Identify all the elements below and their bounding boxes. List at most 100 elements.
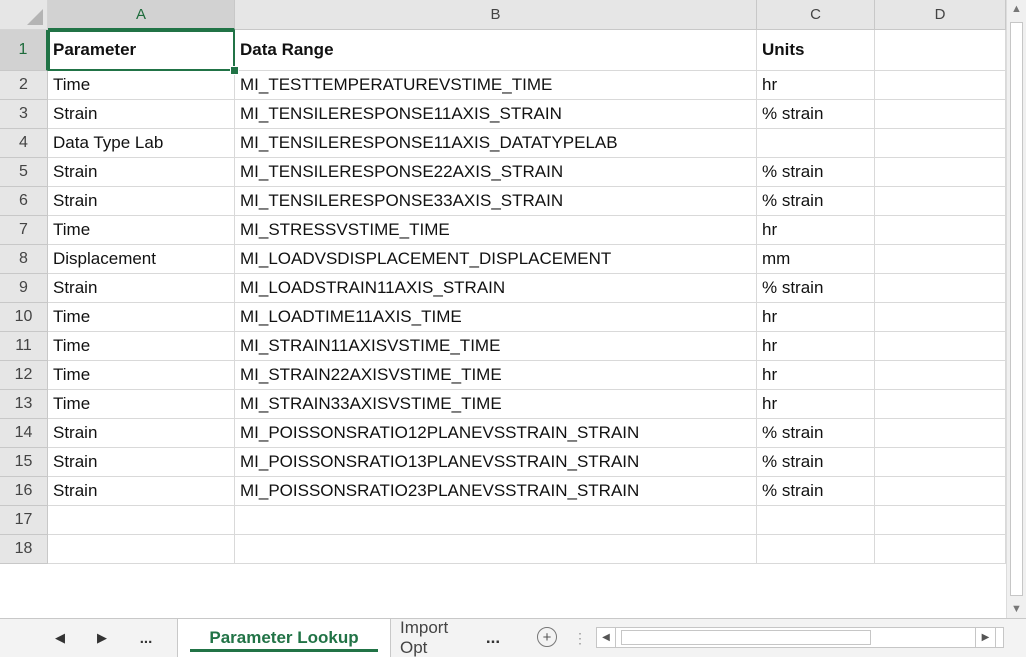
cell-d6[interactable]	[875, 187, 1006, 216]
more-sheets-left-button[interactable]: ...	[133, 627, 159, 649]
cell-c5[interactable]: % strain	[757, 158, 875, 187]
cell-b11[interactable]: MI_STRAIN11AXISVSTIME_TIME	[235, 332, 757, 361]
scroll-right-icon[interactable]: ▶	[975, 627, 996, 648]
cell-b13[interactable]: MI_STRAIN33AXISVSTIME_TIME	[235, 390, 757, 419]
row-header[interactable]: 9	[0, 274, 48, 303]
tab-import-options[interactable]: Import Opt	[400, 618, 480, 657]
row-header[interactable]: 8	[0, 245, 48, 274]
vertical-scroll-thumb[interactable]	[1010, 22, 1023, 596]
cell-c18[interactable]	[757, 535, 875, 564]
vertical-scrollbar[interactable]: ▲ ▼	[1006, 0, 1026, 618]
cell-a10[interactable]: Time	[48, 303, 235, 332]
cell-d5[interactable]	[875, 158, 1006, 187]
cell-c14[interactable]: % strain	[757, 419, 875, 448]
cell-b10[interactable]: MI_LOADTIME11AXIS_TIME	[235, 303, 757, 332]
cell-b7[interactable]: MI_STRESSVSTIME_TIME	[235, 216, 757, 245]
cell-b4[interactable]: MI_TENSILERESPONSE11AXIS_DATATYPELAB	[235, 129, 757, 158]
cell-c9[interactable]: % strain	[757, 274, 875, 303]
row-header[interactable]: 18	[0, 535, 48, 564]
select-all-corner[interactable]	[0, 0, 48, 30]
cell-c16[interactable]: % strain	[757, 477, 875, 506]
row-header[interactable]: 17	[0, 506, 48, 535]
cell-d2[interactable]	[875, 71, 1006, 100]
cell-d15[interactable]	[875, 448, 1006, 477]
row-header[interactable]: 4	[0, 129, 48, 158]
row-header[interactable]: 14	[0, 419, 48, 448]
cell-d16[interactable]	[875, 477, 1006, 506]
cell-a11[interactable]: Time	[48, 332, 235, 361]
cell-c1[interactable]: Units	[757, 30, 875, 71]
scroll-down-icon[interactable]: ▼	[1007, 600, 1026, 618]
row-header[interactable]: 2	[0, 71, 48, 100]
row-header[interactable]: 15	[0, 448, 48, 477]
cell-d14[interactable]	[875, 419, 1006, 448]
cell-c6[interactable]: % strain	[757, 187, 875, 216]
tab-splitter-handle[interactable]: ⋮	[573, 629, 587, 647]
cell-b14[interactable]: MI_POISSONSRATIO12PLANEVSSTRAIN_STRAIN	[235, 419, 757, 448]
cell-c11[interactable]: hr	[757, 332, 875, 361]
horizontal-scrollbar[interactable]: ◀	[596, 627, 1004, 648]
cell-d10[interactable]	[875, 303, 1006, 332]
row-header[interactable]: 3	[0, 100, 48, 129]
cell-c4[interactable]	[757, 129, 875, 158]
tab-parameter-lookup[interactable]: Parameter Lookup	[177, 619, 391, 657]
cell-a14[interactable]: Strain	[48, 419, 235, 448]
cell-a9[interactable]: Strain	[48, 274, 235, 303]
cell-d4[interactable]	[875, 129, 1006, 158]
column-header-b[interactable]: B	[235, 0, 757, 30]
cell-d7[interactable]	[875, 216, 1006, 245]
scroll-up-icon[interactable]: ▲	[1007, 0, 1026, 18]
row-header[interactable]: 5	[0, 158, 48, 187]
cell-b5[interactable]: MI_TENSILERESPONSE22AXIS_STRAIN	[235, 158, 757, 187]
cell-b12[interactable]: MI_STRAIN22AXISVSTIME_TIME	[235, 361, 757, 390]
cell-b9[interactable]: MI_LOADSTRAIN11AXIS_STRAIN	[235, 274, 757, 303]
cell-a1[interactable]: Parameter	[48, 30, 235, 71]
cell-b17[interactable]	[235, 506, 757, 535]
cell-b1[interactable]: Data Range	[235, 30, 757, 71]
cell-a16[interactable]: Strain	[48, 477, 235, 506]
cell-b2[interactable]: MI_TESTTEMPERATUREVSTIME_TIME	[235, 71, 757, 100]
prev-sheet-icon[interactable]: ◀	[50, 627, 70, 649]
cell-a5[interactable]: Strain	[48, 158, 235, 187]
cell-b15[interactable]: MI_POISSONSRATIO13PLANEVSSTRAIN_STRAIN	[235, 448, 757, 477]
cell-d11[interactable]	[875, 332, 1006, 361]
row-header[interactable]: 13	[0, 390, 48, 419]
cell-a4[interactable]: Data Type Lab	[48, 129, 235, 158]
cell-c7[interactable]: hr	[757, 216, 875, 245]
row-header[interactable]: 11	[0, 332, 48, 361]
row-header[interactable]: 7	[0, 216, 48, 245]
cell-c10[interactable]: hr	[757, 303, 875, 332]
cell-b16[interactable]: MI_POISSONSRATIO23PLANEVSSTRAIN_STRAIN	[235, 477, 757, 506]
row-header[interactable]: 16	[0, 477, 48, 506]
cell-b8[interactable]: MI_LOADVSDISPLACEMENT_DISPLACEMENT	[235, 245, 757, 274]
row-header[interactable]: 6	[0, 187, 48, 216]
cell-a17[interactable]	[48, 506, 235, 535]
column-header-c[interactable]: C	[757, 0, 875, 30]
cell-a18[interactable]	[48, 535, 235, 564]
more-sheets-right-button[interactable]: ...	[480, 619, 506, 657]
worksheet-grid[interactable]: ABCD 1 2 3 4 5 6 7 8 9 10 11 12 13 14 15 16 17 18 Paramet…	[0, 0, 1026, 618]
cell-a3[interactable]: Strain	[48, 100, 235, 129]
cell-b18[interactable]	[235, 535, 757, 564]
cell-d17[interactable]	[875, 506, 1006, 535]
cell-a8[interactable]: Displacement	[48, 245, 235, 274]
scroll-left-icon[interactable]: ◀	[597, 628, 616, 647]
cell-a2[interactable]: Time	[48, 71, 235, 100]
fill-handle[interactable]	[230, 66, 239, 75]
column-header-a[interactable]: A	[48, 0, 235, 30]
cell-d12[interactable]	[875, 361, 1006, 390]
cell-d18[interactable]	[875, 535, 1006, 564]
row-header[interactable]: 10	[0, 303, 48, 332]
column-header-d[interactable]: D	[875, 0, 1006, 30]
next-sheet-icon[interactable]: ▶	[92, 627, 112, 649]
cell-d8[interactable]	[875, 245, 1006, 274]
cell-a13[interactable]: Time	[48, 390, 235, 419]
cell-a15[interactable]: Strain	[48, 448, 235, 477]
cell-c13[interactable]: hr	[757, 390, 875, 419]
cell-c3[interactable]: % strain	[757, 100, 875, 129]
cell-a12[interactable]: Time	[48, 361, 235, 390]
cell-d1[interactable]	[875, 30, 1006, 71]
cell-b6[interactable]: MI_TENSILERESPONSE33AXIS_STRAIN	[235, 187, 757, 216]
cell-c8[interactable]: mm	[757, 245, 875, 274]
cell-a7[interactable]: Time	[48, 216, 235, 245]
